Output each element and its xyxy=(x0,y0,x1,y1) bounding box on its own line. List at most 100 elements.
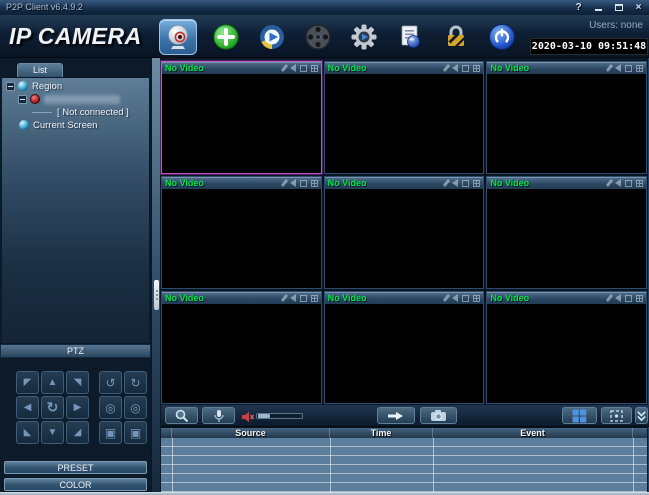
settings-button[interactable] xyxy=(347,20,381,54)
ptz-up-right-button[interactable]: ◥ xyxy=(66,371,89,394)
audio-icon[interactable] xyxy=(452,294,459,302)
collapse-panel-button[interactable] xyxy=(635,407,648,424)
record-icon[interactable] xyxy=(462,179,470,187)
close-icon[interactable] xyxy=(473,179,481,187)
close-icon[interactable] xyxy=(310,294,318,302)
microphone-icon xyxy=(213,409,224,422)
ptz-up-button[interactable]: ▲ xyxy=(41,371,64,394)
close-icon[interactable] xyxy=(636,179,643,187)
talk-icon[interactable] xyxy=(605,63,614,73)
record-icon[interactable] xyxy=(299,294,307,302)
close-icon[interactable] xyxy=(636,294,643,302)
maximize-button[interactable] xyxy=(612,1,625,13)
camera-icon xyxy=(430,409,446,421)
talk-button[interactable] xyxy=(202,407,235,424)
play-icon xyxy=(260,25,284,49)
fullscreen-button[interactable] xyxy=(601,407,632,424)
power-button[interactable] xyxy=(485,20,519,54)
manual-record-button[interactable] xyxy=(377,407,415,424)
panel-header-icons xyxy=(443,293,481,303)
audio-icon[interactable] xyxy=(615,179,621,187)
talk-icon[interactable] xyxy=(280,178,288,188)
video-panel-6[interactable]: No Video xyxy=(486,176,647,289)
audio-icon[interactable] xyxy=(452,64,459,72)
video-panel-3[interactable]: No Video xyxy=(486,61,647,174)
video-panel-1[interactable]: No Video xyxy=(161,61,322,174)
audio-icon[interactable] xyxy=(289,64,296,72)
ptz-rotate-ccw-button[interactable]: ↺ xyxy=(99,371,122,394)
ptz-left-button[interactable]: ◀ xyxy=(16,396,39,419)
ptz-down-left-button[interactable]: ◣ xyxy=(16,421,39,444)
close-icon[interactable] xyxy=(310,179,318,187)
ptz-rotate-cw-button[interactable]: ↻ xyxy=(124,371,147,394)
audio-icon[interactable] xyxy=(615,294,621,302)
talk-icon[interactable] xyxy=(280,293,288,303)
tree-item-region[interactable]: Region xyxy=(6,80,148,92)
volume-slider-handle[interactable] xyxy=(258,414,270,418)
add-device-button[interactable] xyxy=(209,20,243,54)
record-icon[interactable] xyxy=(462,64,470,72)
screen-layout-button[interactable] xyxy=(562,407,597,424)
minimize-button[interactable] xyxy=(592,1,605,13)
log-button[interactable] xyxy=(393,20,427,54)
live-view-button[interactable] xyxy=(159,19,197,55)
talk-icon[interactable] xyxy=(443,63,451,73)
collapse-box-icon[interactable] xyxy=(18,94,27,104)
ptz-focus-far-button[interactable]: ◎ xyxy=(124,396,147,419)
help-button[interactable]: ? xyxy=(572,1,585,13)
ptz-zoom-in-button[interactable]: ▣ xyxy=(99,421,122,444)
record-icon[interactable] xyxy=(625,294,632,302)
talk-icon[interactable] xyxy=(605,293,614,303)
ptz-zoom-out-button[interactable]: ▣ xyxy=(124,421,147,444)
close-icon[interactable] xyxy=(636,64,643,72)
close-button[interactable]: × xyxy=(632,1,645,13)
tab-list[interactable]: List xyxy=(17,63,63,77)
ptz-focus-near-button[interactable]: ◎ xyxy=(99,396,122,419)
lock-button[interactable] xyxy=(439,20,473,54)
no-video-label: No Video xyxy=(490,63,530,73)
connection-status-label: [ Not connected ] xyxy=(57,106,129,118)
color-button[interactable]: COLOR xyxy=(4,478,147,491)
record-icon[interactable] xyxy=(625,179,632,187)
volume-slider[interactable] xyxy=(256,413,303,419)
close-icon[interactable] xyxy=(473,294,481,302)
talk-icon[interactable] xyxy=(443,293,451,303)
record-icon[interactable] xyxy=(462,294,470,302)
audio-icon[interactable] xyxy=(289,294,296,302)
video-panel-4[interactable]: No Video xyxy=(161,176,322,289)
mute-toggle[interactable] xyxy=(241,410,255,428)
ptz-down-right-button[interactable]: ◢ xyxy=(66,421,89,444)
video-panel-5[interactable]: No Video xyxy=(323,176,485,289)
splitter-handle-icon[interactable] xyxy=(154,280,159,310)
audio-icon[interactable] xyxy=(452,179,459,187)
playback-button[interactable] xyxy=(255,20,289,54)
audio-icon[interactable] xyxy=(289,179,296,187)
digital-zoom-button[interactable] xyxy=(165,407,198,424)
snapshot-button[interactable] xyxy=(420,407,457,424)
sidebar-splitter[interactable] xyxy=(151,58,160,495)
tree-item-current-screen[interactable]: Current Screen xyxy=(19,119,161,131)
ptz-up-left-button[interactable]: ◤ xyxy=(16,371,39,394)
talk-icon[interactable] xyxy=(280,63,288,73)
talk-icon[interactable] xyxy=(443,178,451,188)
video-panel-7[interactable]: No Video xyxy=(161,291,322,404)
video-panel-9[interactable]: No Video xyxy=(486,291,647,404)
close-icon[interactable] xyxy=(310,64,318,72)
tree-item-device[interactable] xyxy=(18,93,160,105)
ptz-down-button[interactable]: ▼ xyxy=(41,421,64,444)
ptz-right-button[interactable]: ▶ xyxy=(66,396,89,419)
panel-header-icons xyxy=(605,178,643,188)
close-icon[interactable] xyxy=(473,64,481,72)
record-icon[interactable] xyxy=(299,64,307,72)
ptz-auto-pan-button[interactable]: ↻ xyxy=(41,396,64,419)
preset-button[interactable]: PRESET xyxy=(4,461,147,474)
record-icon[interactable] xyxy=(625,64,632,72)
audio-icon[interactable] xyxy=(615,64,621,72)
video-panel-2[interactable]: No Video xyxy=(323,61,485,174)
collapse-box-icon[interactable] xyxy=(6,81,15,91)
tree-branch-line xyxy=(32,111,52,113)
video-panel-8[interactable]: No Video xyxy=(323,291,485,404)
record-icon[interactable] xyxy=(299,179,307,187)
talk-icon[interactable] xyxy=(605,178,614,188)
record-manager-button[interactable] xyxy=(301,20,335,54)
